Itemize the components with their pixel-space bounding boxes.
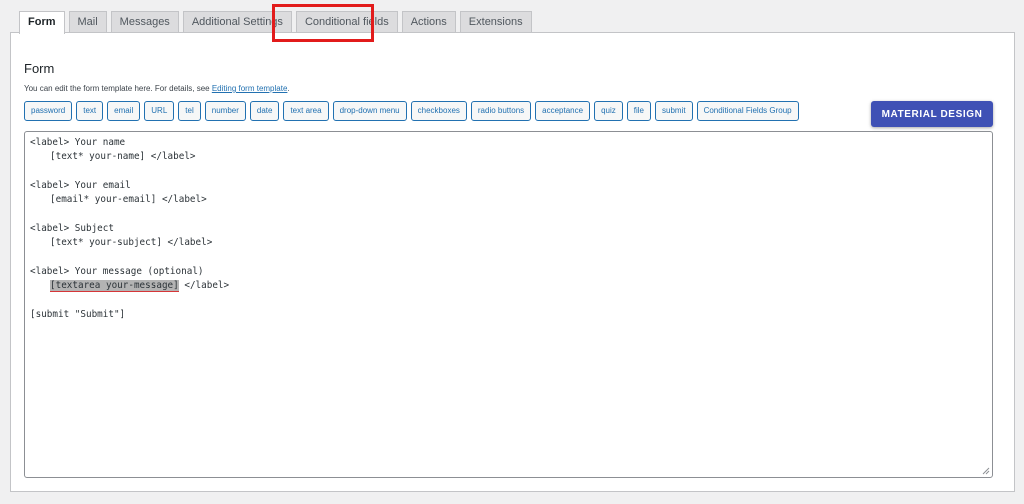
tag-button-acceptance[interactable]: acceptance xyxy=(535,101,591,121)
tag-button-tel[interactable]: tel xyxy=(178,101,201,121)
tag-button-email[interactable]: email xyxy=(107,101,141,121)
code-line: <label> Your name xyxy=(30,137,126,148)
tab-mail[interactable]: Mail xyxy=(68,11,107,32)
tab-messages[interactable]: Messages xyxy=(110,11,179,32)
tab-form[interactable]: Form xyxy=(19,11,65,34)
description-suffix: . xyxy=(287,84,290,93)
tag-button-submit[interactable]: submit xyxy=(655,101,693,121)
form-template-code: <label> Your name [text* your-name] </lab… xyxy=(30,136,229,322)
tag-generator-buttons: password text email URL tel number date … xyxy=(24,101,799,121)
editing-form-template-link[interactable]: Editing form template xyxy=(212,84,288,93)
material-design-button[interactable]: MATERIAL DESIGN xyxy=(871,101,993,127)
panel-title: Form xyxy=(24,61,55,76)
code-line: [submit "Submit"] xyxy=(30,308,126,320)
code-line-empty: ​ xyxy=(30,250,229,264)
tag-button-number[interactable]: number xyxy=(204,101,246,121)
tag-button-password[interactable]: password xyxy=(24,101,73,121)
tag-button-file[interactable]: file xyxy=(626,101,651,121)
tag-button-checkboxes[interactable]: checkboxes xyxy=(410,101,467,121)
code-line-empty: ​ xyxy=(30,165,229,179)
code-line-empty: ​ xyxy=(30,207,229,221)
code-line: [textarea your-message] </label> xyxy=(30,279,229,293)
selected-text: [textarea your-message] xyxy=(50,279,179,292)
tag-button-url[interactable]: URL xyxy=(144,101,175,121)
code-line: <label> Your email xyxy=(30,179,131,191)
tag-button-conditional-fields-group[interactable]: Conditional Fields Group xyxy=(696,101,799,121)
panel-description: You can edit the form template here. For… xyxy=(24,84,290,93)
tag-button-text-area[interactable]: text area xyxy=(283,101,329,121)
tag-button-text[interactable]: text xyxy=(76,101,104,121)
code-text: </label> xyxy=(178,279,230,291)
form-panel: Form You can edit the form template here… xyxy=(10,32,1015,492)
tag-button-radio-buttons[interactable]: radio buttons xyxy=(470,101,532,121)
tab-extensions[interactable]: Extensions xyxy=(459,11,532,32)
tag-button-drop-down-menu[interactable]: drop-down menu xyxy=(332,101,407,121)
code-line: [text* your-name] </label> xyxy=(50,151,196,163)
tab-additional-settings[interactable]: Additional Settings xyxy=(182,11,292,32)
tab-bar: Form Mail Messages Additional Settings C… xyxy=(19,11,532,34)
form-template-editor[interactable]: <label> Your name [text* your-name] </lab… xyxy=(24,131,993,478)
code-line-empty: ​ xyxy=(30,293,229,307)
code-line: <label> Subject xyxy=(30,222,114,234)
tag-button-date[interactable]: date xyxy=(249,101,280,121)
code-line: [email* your-email] </label> xyxy=(50,194,207,206)
code-line: <label> Your message (optional) xyxy=(30,265,204,277)
tab-actions[interactable]: Actions xyxy=(401,11,456,32)
tab-conditional-fields[interactable]: Conditional fields xyxy=(295,11,398,32)
resize-handle-icon[interactable] xyxy=(982,467,990,475)
tag-button-quiz[interactable]: quiz xyxy=(594,101,623,121)
description-text: You can edit the form template here. For… xyxy=(24,84,212,93)
code-line: [text* your-subject] </label> xyxy=(50,237,213,249)
